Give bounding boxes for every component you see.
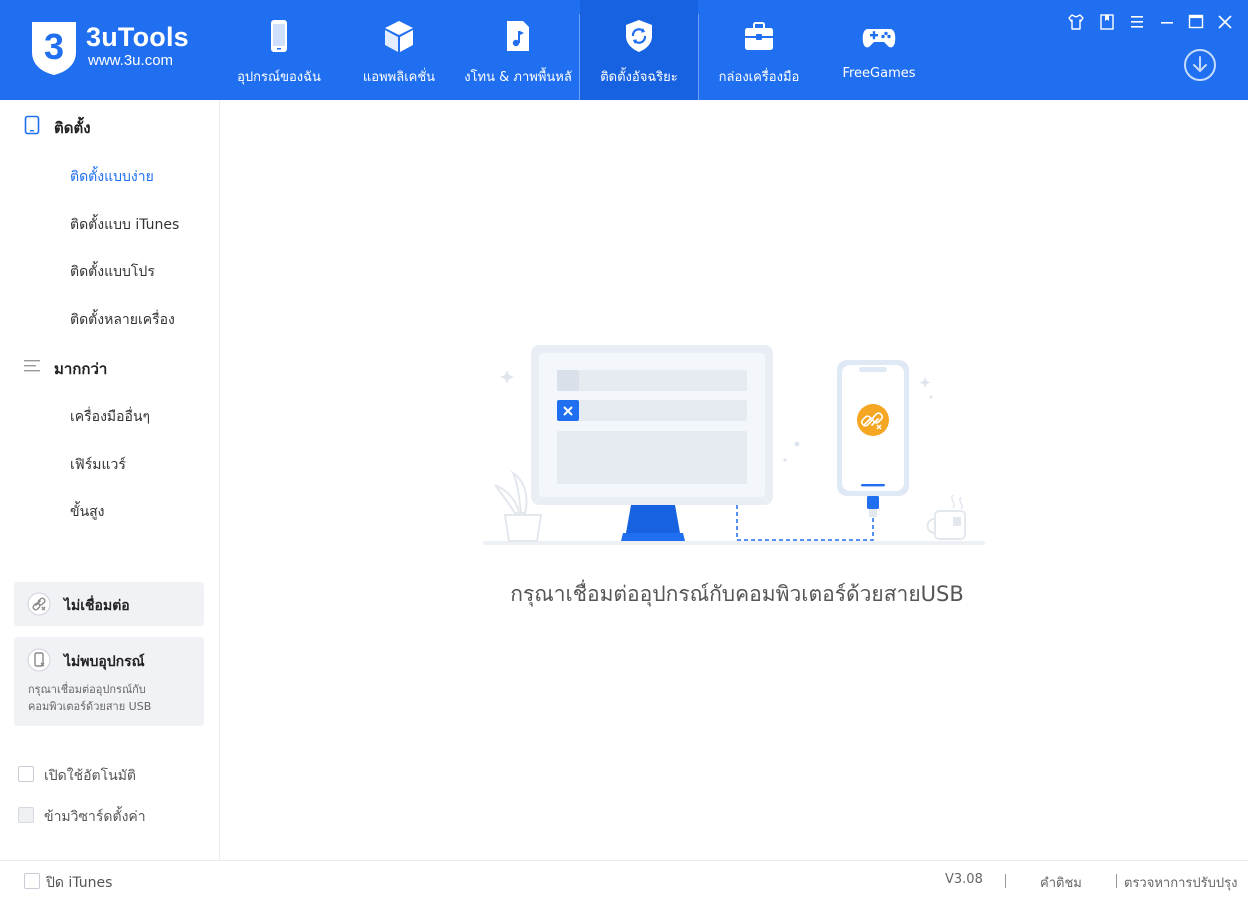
tab-label: กล่องเครื่องมือ xyxy=(718,70,800,85)
maximize-icon[interactable] xyxy=(1186,12,1206,32)
close-itunes-label: ปิด iTunes xyxy=(46,875,113,891)
footer-divider xyxy=(1005,874,1006,888)
tab-label: ติดตั้งอัจฉริยะ xyxy=(600,70,678,85)
sparkle-icon xyxy=(500,370,514,384)
close-icon[interactable] xyxy=(1215,12,1235,32)
bookmark-icon[interactable] xyxy=(1097,12,1117,32)
sidebar-item-pro-install[interactable]: ติดตั้งแบบโปร xyxy=(70,261,155,283)
version-label: V3.08 xyxy=(945,872,983,887)
connect-device-illustration xyxy=(483,345,985,545)
tab-toolbox[interactable]: กล่องเครื่องมือ xyxy=(705,0,813,100)
connect-prompt: กรุณาเชื่อมต่ออุปกรณ์กับคอมพิวเตอร์ด้วยส… xyxy=(510,582,964,606)
shield-sync-icon xyxy=(626,20,652,52)
sidebar-item-easy-install[interactable]: ติดตั้งแบบง่าย xyxy=(70,166,154,188)
tab-label: แอพพลิเคชั่น xyxy=(362,70,436,85)
sidebar: ติดตั้ง ติดตั้งแบบง่าย ติดตั้งแบบ iTunes… xyxy=(0,100,220,860)
tab-my-device[interactable]: อุปกรณ์ของฉัน xyxy=(224,0,334,100)
cube-icon xyxy=(385,21,413,52)
sparkle-icon xyxy=(919,377,931,388)
skip-setup-label: ข้ามวิซาร์ดตั้งค่า xyxy=(44,809,146,825)
music-folder-icon xyxy=(507,21,529,51)
no-device-desc-line1: กรุณาเชื่อมต่ออุปกรณ์กับ xyxy=(28,683,146,696)
download-icon[interactable] xyxy=(1183,48,1217,82)
tab-apps[interactable]: แอพพลิเคชั่น xyxy=(345,0,453,100)
logo-shield-icon: 3 xyxy=(32,22,76,75)
close-itunes-checkbox[interactable] xyxy=(24,873,40,889)
list-icon xyxy=(24,360,40,372)
feedback-link[interactable]: คำติชม xyxy=(1040,872,1082,893)
nav-divider xyxy=(698,14,699,100)
tab-label: งโทน & ภาพพื้นหลั xyxy=(464,70,572,85)
status-bar: ปิด iTunes V3.08 คำติชม ตรวจหาการปรับปรุ… xyxy=(0,860,1248,898)
no-device-status: ไม่พบอุปกรณ์ กรุณาเชื่อมต่ออุปกรณ์กับ คอ… xyxy=(14,637,204,726)
auto-activate-checkbox[interactable] xyxy=(18,766,34,782)
skin-icon[interactable] xyxy=(1066,12,1086,32)
auto-activate-label: เปิดใช้อัตโนมัติ xyxy=(44,768,137,784)
skip-setup-checkbox[interactable] xyxy=(18,807,34,823)
disconnected-status: ไม่เชื่อมต่อ xyxy=(14,582,204,626)
app-url: www.3u.com xyxy=(88,52,174,69)
device-missing-icon xyxy=(27,648,51,672)
tab-label: FreeGames xyxy=(842,66,916,81)
disconnected-title: ไม่เชื่อมต่อ xyxy=(64,598,130,614)
sidebar-item-other-tools[interactable]: เครื่องมืออื่นๆ xyxy=(70,406,150,428)
app-logo: 3 3uTools www.3u.com xyxy=(28,18,189,80)
tab-ringtones-wallpapers[interactable]: งโทน & ภาพพื้นหลั xyxy=(458,0,578,100)
no-device-desc-line2: คอมพิวเตอร์ด้วยสาย USB xyxy=(28,700,152,713)
more-section-header: มากกว่า xyxy=(54,360,108,378)
toolbox-icon xyxy=(745,22,773,50)
tab-smart-flash[interactable]: ติดตั้งอัจฉริยะ xyxy=(580,0,698,100)
footer-divider xyxy=(1116,874,1117,888)
tab-freegames[interactable]: FreeGames xyxy=(826,0,932,100)
no-device-description: กรุณาเชื่อมต่ออุปกรณ์กับ คอมพิวเตอร์ด้วย… xyxy=(28,681,198,715)
unlink-icon xyxy=(27,592,51,616)
sidebar-item-firmware[interactable]: เฟิร์มแวร์ xyxy=(70,454,126,476)
sidebar-item-advanced[interactable]: ขั้นสูง xyxy=(70,501,105,523)
main-content: กรุณาเชื่อมต่ออุปกรณ์กับคอมพิวเตอร์ด้วยส… xyxy=(221,100,1248,860)
install-section-header: ติดตั้ง xyxy=(54,119,91,137)
sidebar-item-multi-install[interactable]: ติดตั้งหลายเครื่อง xyxy=(70,309,175,331)
tab-label: อุปกรณ์ของฉัน xyxy=(237,70,321,85)
tablet-icon xyxy=(24,115,40,135)
sidebar-item-itunes-install[interactable]: ติดตั้งแบบ iTunes xyxy=(70,214,179,236)
phone-icon xyxy=(271,20,287,52)
check-update-link[interactable]: ตรวจหาการปรับปรุง xyxy=(1124,872,1237,893)
menu-icon[interactable] xyxy=(1127,12,1147,32)
app-name: 3uTools xyxy=(86,22,189,52)
logo-digit: 3 xyxy=(44,26,64,67)
gamepad-icon xyxy=(862,29,896,48)
top-toolbar: 3 3uTools www.3u.com อุปกรณ์ของฉัน แอพพล… xyxy=(0,0,1248,100)
minimize-icon[interactable] xyxy=(1157,12,1177,32)
no-device-title: ไม่พบอุปกรณ์ xyxy=(64,654,145,670)
